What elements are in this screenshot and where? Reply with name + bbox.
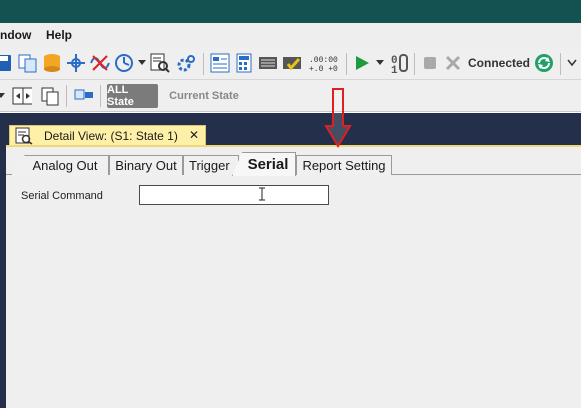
detail-tabstrip: Analog Out Binary Out Trigger Serial Rep… (6, 152, 581, 176)
current-state-button[interactable]: Current State (166, 84, 242, 108)
database-icon[interactable] (42, 53, 62, 73)
tab-serial[interactable]: Serial (232, 152, 296, 176)
split-view-icon[interactable] (12, 86, 32, 106)
tab-analog-out[interactable]: Analog Out (11, 155, 109, 175)
copy-icon[interactable] (18, 53, 38, 73)
dropdown-arrow-icon[interactable] (0, 86, 6, 106)
chevron-down-icon[interactable] (566, 53, 578, 73)
dropdown-arrow-icon[interactable] (136, 53, 148, 73)
clock-dial-icon[interactable] (114, 53, 134, 73)
tab-label: Trigger (189, 158, 230, 173)
menu-bar: ndow Help (0, 23, 581, 47)
settings-grid-icon[interactable] (210, 53, 230, 73)
settings-gear-icon[interactable] (176, 53, 196, 73)
tab-label: Report Setting (302, 158, 386, 173)
state-toolbar (0, 80, 581, 112)
tab-trigger[interactable]: Trigger (183, 155, 239, 175)
play-icon[interactable] (352, 53, 372, 73)
text-cursor-icon (259, 187, 265, 201)
svg-text:.00:00: .00:00 (309, 56, 338, 65)
cancel-icon[interactable] (443, 53, 463, 73)
toolbar-separator (346, 53, 347, 75)
close-icon[interactable]: ✕ (189, 128, 199, 142)
memory-icon[interactable] (258, 53, 278, 73)
toolbar-separator (414, 53, 415, 75)
svg-text:1: 1 (391, 65, 398, 74)
detail-view-panel: Analog Out Binary Out Trigger Serial Rep… (6, 145, 581, 408)
refresh-icon[interactable] (534, 53, 554, 73)
tab-binary-out[interactable]: Binary Out (109, 155, 183, 175)
serial-command-input[interactable] (139, 185, 329, 205)
toolbar-separator (100, 85, 101, 107)
all-state-button[interactable]: ALL State (107, 84, 158, 108)
wave-cross-icon[interactable] (90, 53, 110, 73)
network-icon[interactable] (66, 53, 86, 73)
tab-label: Serial (247, 156, 289, 173)
checklist-icon[interactable] (282, 53, 302, 73)
svg-text:+.0 +0: +.0 +0 (309, 65, 338, 73)
red-annotation-arrow (324, 88, 352, 148)
serial-command-label: Serial Command (21, 190, 103, 202)
connection-status: Connected (468, 56, 531, 70)
tab-report-setting[interactable]: Report Setting (296, 155, 392, 175)
main-toolbar: .00:00 +.0 +0 01 Connected (0, 47, 581, 80)
copy-state-icon[interactable] (40, 86, 60, 106)
toolbar-separator (560, 53, 561, 75)
save-icon[interactable] (0, 53, 14, 73)
toolbar-separator (203, 53, 204, 75)
layout-icon[interactable] (74, 86, 94, 106)
timer-digits-icon[interactable]: .00:00 +.0 +0 (308, 53, 340, 73)
calculator-icon[interactable] (234, 53, 254, 73)
app-title-bar (0, 0, 581, 23)
menu-help[interactable]: Help (46, 28, 72, 42)
toolbar-separator (66, 85, 67, 107)
tab-label: Binary Out (115, 158, 177, 173)
tab-label: Analog Out (32, 158, 98, 173)
binary-icon[interactable]: 01 (390, 53, 410, 74)
menu-window[interactable]: ndow (0, 28, 31, 42)
search-report-icon[interactable] (150, 53, 170, 73)
detail-view-title: Detail View: (S1: State 1) (44, 129, 178, 143)
stop-icon[interactable] (420, 53, 440, 73)
dropdown-arrow-icon[interactable] (374, 53, 386, 73)
detail-view-icon (14, 126, 34, 146)
detail-view-doc-tab[interactable]: Detail View: (S1: State 1) ✕ (9, 125, 206, 146)
